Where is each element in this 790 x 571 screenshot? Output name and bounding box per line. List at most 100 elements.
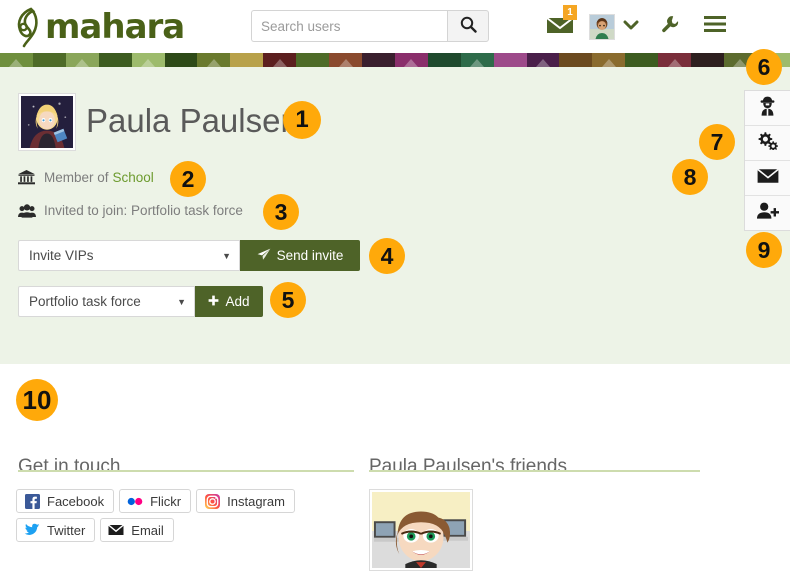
institution-membership: Member of School [18,170,154,185]
banner-notch [470,59,485,67]
search-button[interactable] [447,10,489,42]
banner-notch [601,59,616,67]
masquerade-button[interactable] [745,91,790,126]
plus-icon [208,294,219,309]
main-menu-button[interactable] [702,14,728,38]
social-button-label: Email [131,522,164,538]
friends-title: Paula Paulsen's friends [369,455,567,477]
search-input-wrap[interactable] [251,10,447,42]
banner-segment [164,53,198,67]
callout-badge-7: 7 [699,124,735,160]
settings-button[interactable] [745,126,790,161]
banner-segment [559,53,593,67]
add-label: Add [225,294,250,309]
banner-segment [230,53,264,67]
callout-badge-5: 5 [270,282,306,318]
friends-divider [369,470,700,472]
flickr-icon [127,493,143,509]
invite-row: Invite VIPs ▼ Send invite [18,240,360,271]
banner-segment [460,53,494,67]
callout-badge-3: 3 [263,194,299,230]
social-button-label: Flickr [150,493,182,509]
friend-avatar[interactable] [369,489,473,571]
send-invite-button[interactable]: Send invite [240,240,360,271]
mahara-leaf-icon [14,6,44,48]
banner-notch [535,59,550,67]
banner-notch [404,59,419,67]
instagram-icon [204,493,220,509]
profile-avatar[interactable] [18,93,76,151]
twitter-icon [24,522,40,538]
social-button-label: Facebook [47,493,105,509]
send-message-button[interactable] [745,161,790,196]
add-group-select[interactable]: Portfolio task force ▼ [18,286,195,317]
envelope-icon [108,522,125,538]
page-title: Paula Paulsen [86,102,299,139]
callout-badge-6: 6 [746,49,782,85]
banner-segment [296,53,330,67]
banner-segment [65,53,99,67]
caret-down-icon: ▼ [177,296,186,307]
send-invite-label: Send invite [276,248,344,263]
banner-segment [691,53,724,67]
decorative-banner-strip [0,53,790,67]
callout-badge-10: 10 [16,379,58,421]
social-button-label: Twitter [47,522,86,538]
banner-segment [493,53,527,67]
social-buttons: Facebook Flickr Instagram Twitter Email [16,489,356,542]
envelope-icon [756,168,779,189]
institution-icon [18,170,40,185]
social-button-twitter[interactable]: Twitter [16,518,96,542]
banner-notch [141,59,156,67]
inbox-unread-badge: 1 [563,5,577,20]
banner-segment [197,53,231,67]
group-invitation: Invited to join: Portfolio task force [18,203,243,218]
banner-segment [32,53,66,67]
banner-segment [526,53,560,67]
paper-plane-icon [257,248,271,264]
group-users-icon [18,203,40,218]
add-button[interactable]: Add [195,286,263,317]
social-button-instagram[interactable]: Instagram [196,489,295,513]
user-plus-icon [756,202,779,224]
avatar[interactable] [589,14,615,40]
banner-notch [338,59,353,67]
wrench-icon [660,14,680,39]
social-button-email[interactable]: Email [100,518,174,542]
chevron-down-icon [622,18,640,37]
social-button-facebook[interactable]: Facebook [16,489,115,513]
banner-segment [98,53,132,67]
add-group-row: Portfolio task force ▼ Add [18,286,263,317]
callout-badge-8: 8 [672,159,708,195]
gears-icon [757,131,779,155]
banner-segment [361,53,395,67]
invite-group-select[interactable]: Invite VIPs ▼ [18,240,240,271]
callout-badge-9: 9 [746,232,782,268]
banner-segment [329,53,362,67]
institution-prefix: Member of [44,170,109,185]
banner-segment [131,53,165,67]
account-menu-button[interactable] [621,16,641,38]
search-icon [460,16,477,36]
invite-group-select-value: Invite VIPs [29,248,94,263]
institution-link[interactable]: School [113,170,154,185]
callout-badge-2: 2 [170,161,206,197]
callout-badge-1: 1 [283,101,321,139]
mahara-logo[interactable]: mahara [14,6,185,48]
social-button-flickr[interactable]: Flickr [119,489,192,513]
banner-notch [272,59,287,67]
banner-segment [592,53,626,67]
search-input[interactable] [252,11,447,41]
user-secret-icon [758,96,777,121]
social-button-label: Instagram [227,493,285,509]
group-invitation-text: Invited to join: Portfolio task force [44,203,243,218]
logo-text: mahara [45,7,185,47]
admin-button[interactable] [658,14,682,38]
banner-segment [658,53,692,67]
top-header-bar: mahara 1 [0,0,790,52]
facebook-icon [24,493,40,509]
get-in-touch-title: Get in touch [18,455,121,477]
banner-segment [394,53,428,67]
add-friend-button[interactable] [745,196,790,230]
add-group-select-value: Portfolio task force [29,294,141,309]
